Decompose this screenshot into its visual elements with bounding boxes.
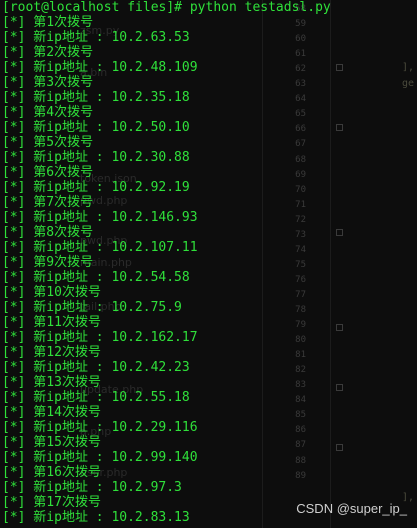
terminal-line: [*] 第13次拨号 <box>2 375 101 390</box>
terminal-line: [*] 第14次拨号 <box>2 405 101 420</box>
terminal-command-line: [root@localhost files]# python testadsl.… <box>2 0 412 15</box>
terminal-line: [*] 新ip地址 : 10.2.42.23 <box>2 360 190 375</box>
terminal-line: [*] 第9次拨号 <box>2 255 94 270</box>
terminal-line: [*] 新ip地址 : 10.2.48.109 <box>2 60 198 75</box>
terminal-line: [*] 新ip地址 : 10.2.97.3 <box>2 480 182 495</box>
terminal-line: [*] 第4次拨号 <box>2 105 94 120</box>
terminal-line: [*] 第7次拨号 <box>2 195 94 210</box>
terminal-output: [root@localhost files]# python testadsl.… <box>2 0 412 525</box>
terminal-line: [*] 新ip地址 : 10.2.63.53 <box>2 30 190 45</box>
terminal-line: [*] 第6次拨号 <box>2 165 94 180</box>
terminal-line: [*] 第10次拨号 <box>2 285 101 300</box>
csdn-watermark: CSDN @super_ip_ <box>296 501 407 516</box>
terminal-line: [*] 新ip地址 : 10.2.146.93 <box>2 210 198 225</box>
terminal-line: [*] 新ip地址 : 10.2.50.10 <box>2 120 190 135</box>
shell-prompt: [root@localhost files]# <box>2 0 183 15</box>
terminal-line: [*] 新ip地址 : 10.2.29.116 <box>2 420 198 435</box>
screen: zsm.py a.bin token.json pwd.php pwd.php … <box>0 0 417 528</box>
terminal-line: [*] 第11次拨号 <box>2 315 101 330</box>
terminal-log: [*] 第1次拨号 [*] 新ip地址 : 10.2.63.53 [*] 第2次拨号… <box>2 15 412 525</box>
shell-command: python testadsl.py <box>189 0 331 15</box>
terminal-line: [*] 第16次拨号 <box>2 465 101 480</box>
terminal-line: [*] 第15次拨号 <box>2 435 101 450</box>
terminal-line: [*] 新ip地址 : 10.2.30.88 <box>2 150 190 165</box>
terminal-line: [*] 新ip地址 : 10.2.55.18 <box>2 390 190 405</box>
terminal-line: [*] 新ip地址 : 10.2.92.19 <box>2 180 190 195</box>
terminal-line: [*] 新ip地址 : 10.2.35.18 <box>2 90 190 105</box>
terminal-line: [*] 第3次拨号 <box>2 75 94 90</box>
terminal-line: [*] 第12次拨号 <box>2 345 101 360</box>
terminal-line: [*] 新ip地址 : 10.2.54.58 <box>2 270 190 285</box>
terminal-line: [*] 新ip地址 : 10.2.162.17 <box>2 330 198 345</box>
terminal-line: [*] 第2次拨号 <box>2 45 94 60</box>
terminal-line: [*] 第8次拨号 <box>2 225 94 240</box>
terminal-line: [*] 第1次拨号 <box>2 15 94 30</box>
terminal-line: [*] 新ip地址 : 10.2.99.140 <box>2 450 198 465</box>
terminal-line: [*] 新ip地址 : 10.2.75.9 <box>2 300 182 315</box>
terminal-line: [*] 新ip地址 : 10.2.107.11 <box>2 240 198 255</box>
terminal-line: [*] 第5次拨号 <box>2 135 94 150</box>
